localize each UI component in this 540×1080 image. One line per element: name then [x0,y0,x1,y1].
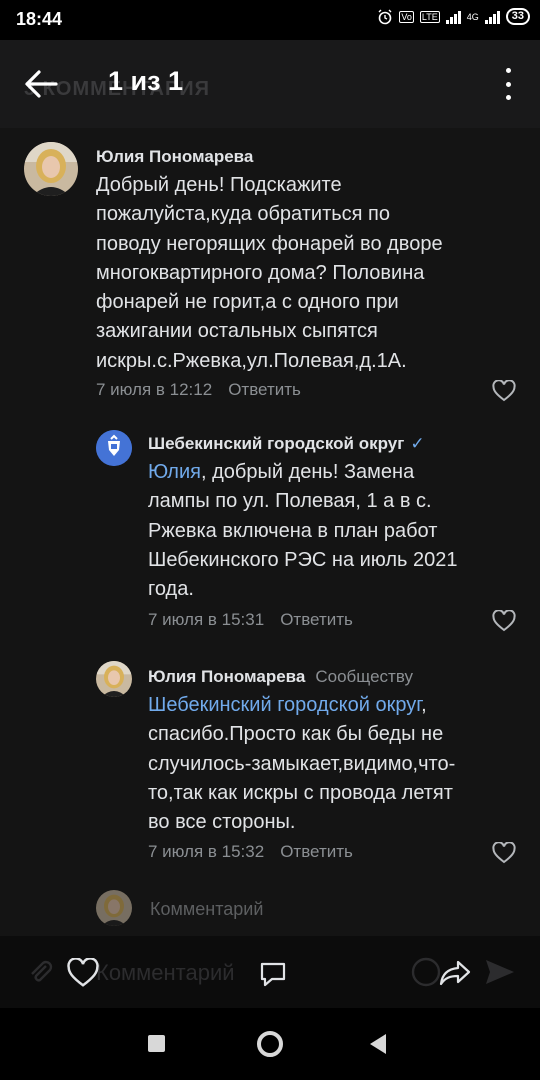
comment-line: во все стороны. [148,811,296,834]
comment-line: зажигании остальных сыпятся [96,320,378,343]
signal-icon [445,10,461,24]
alarm-icon [378,9,392,24]
comment-line: случилось-замыкает,видимо,что- [148,752,456,775]
mention-link[interactable]: Юлия [148,461,201,483]
comment-line: фонарей не горит,а с одного при [96,291,399,314]
comment-line: поводу негорящих фонарей во дворе [96,232,443,255]
author-name: Шебекинский городской округ [148,434,405,453]
comment-line: многоквартирного дома? Половина [96,261,425,284]
system-nav-bar [0,1008,540,1080]
user-photo-icon [96,661,132,697]
share-button[interactable] [438,958,472,993]
comment-input[interactable]: Комментарий [150,899,263,920]
comment-meta: 7 июля в 12:12 Ответить [96,380,301,400]
reply-comment-item: Юлия Пономарева Сообществу Шебекинский го… [0,656,540,876]
heart-icon [492,841,516,864]
comment-meta: 7 июля в 15:32 Ответить [148,842,353,862]
reply-button[interactable]: Ответить [228,380,301,399]
more-dot [505,81,511,87]
comment-author[interactable]: Шебекинский городской округ ✓ [148,434,425,454]
reply-button[interactable]: Ответить [280,842,353,861]
like-button[interactable] [492,379,516,402]
comment-text: Юлия, добрый день! Замена лампы по ул. П… [148,458,533,604]
comment-date: 7 июля в 12:12 [96,380,213,399]
comment-line: Добрый день! Подскажите [96,174,342,196]
heart-icon [67,957,99,987]
arrow-left-icon [25,70,58,98]
community-avatar[interactable] [96,430,132,466]
my-avatar [96,890,132,926]
comment-line: Шебекинского РЭС на июль 2021 [148,548,458,571]
status-time: 18:44 [16,9,63,29]
comment-text: Добрый день! Подскажите пожалуйста,куда … [96,171,526,376]
action-bar-ghost-text: Комментарий [96,960,235,985]
more-dot [505,68,511,73]
network-type: 4G [466,11,479,22]
reply-comment-item: Шебекинский городской округ ✓ Юлия, добры… [0,420,540,640]
comment-author[interactable]: Юлия Пономарева Сообществу [148,667,413,687]
comment-line: Ржевка включена в план работ [148,519,438,542]
home-button[interactable] [257,1031,283,1057]
comment-line: пожалуйста,куда обратиться по [96,203,390,226]
page-title: 1 из 1 [108,66,184,96]
more-options-button[interactable] [500,68,516,100]
battery-icon: 33 [505,8,530,25]
lte-icon: LTE [419,10,440,23]
comments-feed[interactable]: Юлия Пономарева Добрый день! Подскажите … [0,128,540,936]
user-photo-icon [96,890,132,926]
volte-icon: Vo [399,10,414,23]
like-button[interactable] [492,841,516,864]
comment-line: спасибо.Просто как бы беды не [148,723,444,746]
comment-item: Юлия Пономарева Добрый день! Подскажите … [0,128,540,408]
more-dot [505,95,511,100]
comment-line: то,так как искры с провода летят [148,781,453,804]
comment-line: лампы по ул. Полевая, 1 а в с. [148,490,432,513]
heart-icon [492,609,516,632]
comment-date: 7 июля в 15:31 [148,610,265,629]
comment-meta: 7 июля в 15:31 Ответить [148,610,353,630]
comment-text: Шебекинский городской округ, спасибо.Про… [148,691,533,837]
status-icons: Vo LTE 4G 33 [377,8,530,25]
comment-line-rest: , добрый день! Замена [200,461,415,483]
avatar[interactable] [24,142,78,196]
back-button[interactable] [22,66,62,102]
heart-icon [492,379,516,402]
share-arrow-icon [439,960,471,986]
comment-date: 7 июля в 15:32 [148,842,265,861]
user-photo-icon [24,142,78,196]
audience-label: Сообществу [315,667,413,686]
community-logo-icon [96,430,132,466]
comment-line: Шебекинский городской округ, [148,691,533,720]
comment-line: искры.с.Ржевка,ул.Полевая,д.1А. [96,349,407,372]
verified-icon: ✓ [410,434,425,453]
reply-button[interactable]: Ответить [280,610,353,629]
author-name: Юлия Пономарева [148,667,306,686]
mention-link[interactable]: Шебекинский городской округ [148,694,421,716]
comment-compose-row: Комментарий [0,880,540,936]
comment-line: года. [148,578,194,601]
comment-author[interactable]: Юлия Пономарева [96,147,253,167]
top-app-bar: 3 КОММЕНТАРИЯ 1 из 1 [0,40,540,128]
system-back-button[interactable] [370,1034,386,1054]
status-bar: 18:44 Vo LTE 4G 33 [0,0,540,40]
post-action-bar: Комментарий [0,936,540,1008]
attach-icon [31,960,53,982]
mention-suffix: , [421,694,427,716]
like-post-button[interactable] [66,957,100,993]
recent-apps-button[interactable] [148,1035,165,1052]
send-icon [486,960,514,984]
signal-icon-2 [484,10,500,24]
comment-post-button[interactable] [258,959,288,994]
avatar[interactable] [96,661,132,697]
like-button[interactable] [492,609,516,632]
comment-line: Юлия, добрый день! Замена [148,458,533,487]
speech-bubble-icon [260,962,286,987]
